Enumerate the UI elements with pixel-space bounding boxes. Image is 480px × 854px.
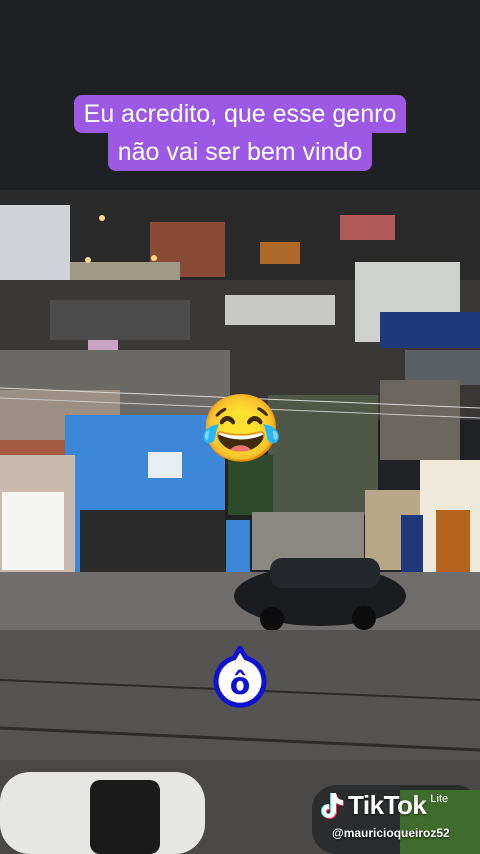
marker-letter: ô bbox=[229, 667, 251, 702]
caption-overlay: Eu acredito, que esse genro não vai ser … bbox=[0, 95, 480, 171]
location-pin-marker: ô bbox=[212, 645, 268, 710]
laughing-crying-face-sticker: 😂 bbox=[200, 391, 283, 465]
tiktok-brand-text: TikTok bbox=[348, 789, 427, 820]
tiktok-logo-icon bbox=[321, 793, 344, 819]
tiktok-watermark: TikTok Lite bbox=[318, 790, 448, 820]
creator-handle: @mauricioqueiroz52 bbox=[332, 826, 450, 840]
tiktok-edition-text: Lite bbox=[430, 793, 449, 805]
caption-line-2: não vai ser bem vindo bbox=[107, 133, 373, 171]
caption-line-1: Eu acredito, que esse genro bbox=[73, 95, 407, 133]
